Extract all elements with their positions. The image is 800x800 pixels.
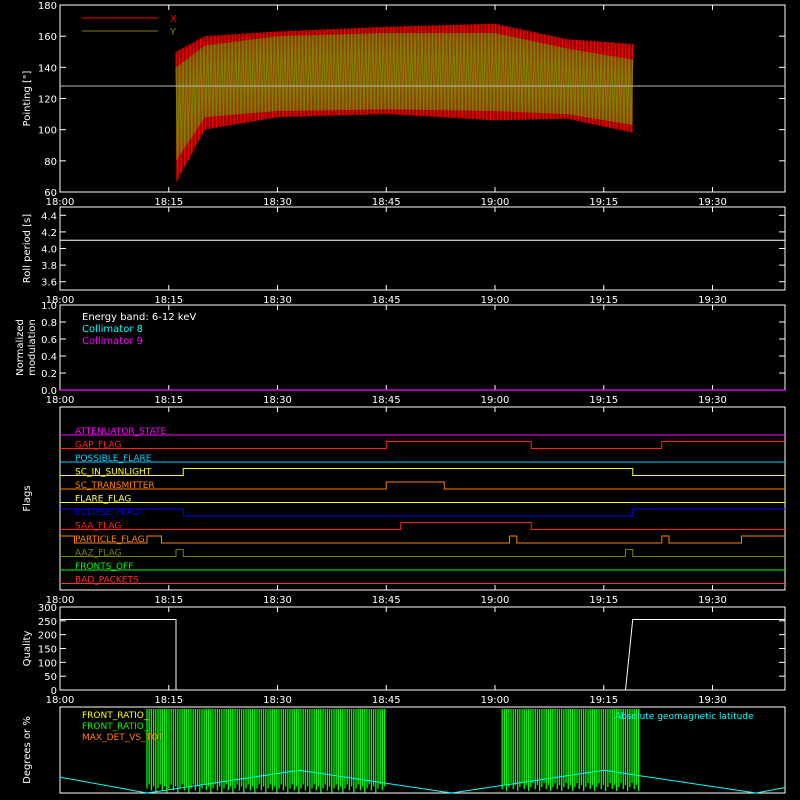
y-tick-label: 4.2 <box>41 228 57 239</box>
series-y-envelope <box>176 33 633 161</box>
x-tick-label: 19:15 <box>589 595 618 606</box>
x-tick-label: 19:00 <box>481 197 510 208</box>
annotation-0: Energy band: 6-12 keV <box>82 312 196 323</box>
x-tick-label: 19:00 <box>481 395 510 406</box>
y-tick-label: 50 <box>44 672 57 683</box>
y-tick-label: 3.8 <box>41 261 57 272</box>
annotation-1: Collimator 8 <box>82 324 143 335</box>
panel-frame <box>59 206 786 291</box>
legend-label: FRONT_RATIO_ <box>82 722 149 732</box>
y-tick-label: 0 <box>51 686 57 697</box>
y-tick-label: 120 <box>38 95 57 106</box>
annotation-2: Collimator 9 <box>82 336 143 347</box>
y-tick-label: 300 <box>38 603 57 614</box>
y-tick-label: 160 <box>38 32 57 43</box>
flag-line <box>60 481 785 490</box>
x-tick-label: 18:15 <box>154 395 183 406</box>
flag-line <box>60 468 785 476</box>
y-axis-label-line2: modulation <box>27 319 38 376</box>
x-tick-label: 18:15 <box>154 295 183 306</box>
y-tick-label: 0.6 <box>41 335 57 346</box>
x-tick-label: 19:30 <box>698 295 727 306</box>
y-tick-label: 150 <box>38 645 57 656</box>
legend-label-y: Y <box>169 27 177 38</box>
y-tick-label: 0.0 <box>41 386 57 397</box>
x-tick-label: 18:15 <box>154 695 183 706</box>
y-axis-label: Quality <box>22 631 33 667</box>
y-tick-label: 0.2 <box>41 369 57 380</box>
legend-label: MAX_DET_VS_TOT <box>82 733 164 743</box>
x-tick-label: 19:15 <box>589 295 618 306</box>
flag-line <box>60 441 785 449</box>
quality-line <box>60 618 785 691</box>
y-tick-label: 250 <box>38 617 57 628</box>
y-tick-label: 200 <box>38 631 57 642</box>
y-tick-label: 0.8 <box>41 318 57 329</box>
panel-roll: 18:00 18:15 18:30 18:45 19:00 19:15 19:303.63.… <box>22 206 786 306</box>
y-axis-label: Pointing ["] <box>22 70 33 126</box>
x-tick-label: 18:45 <box>372 695 401 706</box>
x-tick-label: 18:45 <box>372 197 401 208</box>
x-tick-label: 18:45 <box>372 395 401 406</box>
y-tick-label: 100 <box>38 126 57 137</box>
x-tick-label: 18:15 <box>154 197 183 208</box>
x-tick-label: 18:30 <box>263 695 292 706</box>
x-tick-label: 19:30 <box>698 695 727 706</box>
x-tick-label: 19:30 <box>698 595 727 606</box>
legend-label-geomagnetic: Absolute geomagnetic latitude <box>615 712 754 722</box>
legend-label-x: X <box>170 14 177 25</box>
x-tick-label: 19:00 <box>481 595 510 606</box>
x-tick-label: 19:00 <box>481 695 510 706</box>
x-tick-label: 19:30 <box>698 395 727 406</box>
y-tick-label: 100 <box>38 658 57 669</box>
x-tick-label: 18:15 <box>154 595 183 606</box>
x-tick-label: 18:45 <box>372 595 401 606</box>
x-tick-label: 19:15 <box>589 395 618 406</box>
y-tick-label: 1.0 <box>41 301 57 312</box>
y-tick-label: 4.4 <box>41 211 57 222</box>
x-tick-label: 19:15 <box>589 197 618 208</box>
x-tick-label: 19:00 <box>481 295 510 306</box>
y-axis-label: Roll period [s] <box>22 214 33 283</box>
x-tick-label: 18:45 <box>372 295 401 306</box>
panels: 18:00 18:15 18:30 18:45 19:00 19:15 19:3060801… <box>15 1 786 794</box>
y-tick-label: 3.6 <box>41 278 57 289</box>
panel-degrees: Degrees or %FRONT_RATIO_FRONT_RATIO_MAX_… <box>22 706 786 794</box>
panel-modulation: 18:00 18:15 18:30 18:45 19:00 19:15 19:300.00.… <box>15 301 786 406</box>
flag-line <box>60 508 785 517</box>
x-tick-label: 19:30 <box>698 197 727 208</box>
rhessi-summary-plot: 18:00 18:15 18:30 18:45 19:00 19:15 19:3060801… <box>15 1 786 794</box>
y-axis-label: Normalized <box>15 319 26 376</box>
legend-label: FRONT_RATIO_ <box>82 711 149 721</box>
y-axis-label: Flags <box>22 485 33 511</box>
y-axis-label: Degrees or % <box>22 716 33 784</box>
x-tick-label: 18:30 <box>263 295 292 306</box>
y-tick-label: 4.0 <box>41 245 57 256</box>
panel-flags: 18:00 18:15 18:30 18:45 19:00 19:15 19:30Flags… <box>22 406 786 606</box>
flag-line <box>60 549 785 557</box>
panel-pointing: 18:00 18:15 18:30 18:45 19:00 19:15 19:3060801… <box>22 1 786 208</box>
x-tick-label: 19:15 <box>589 695 618 706</box>
y-tick-label: 80 <box>44 157 57 168</box>
y-tick-label: 0.4 <box>41 352 57 363</box>
y-tick-label: 180 <box>38 1 57 12</box>
flag-line <box>60 535 785 544</box>
y-tick-label: 140 <box>38 63 57 74</box>
y-tick-label: 60 <box>44 188 57 199</box>
panel-frame <box>59 406 786 591</box>
panel-quality: 18:00 18:15 18:30 18:45 19:00 19:15 19:3005010… <box>22 603 786 706</box>
flag-line <box>60 522 785 530</box>
x-tick-label: 18:30 <box>263 595 292 606</box>
x-tick-label: 18:30 <box>263 197 292 208</box>
x-tick-label: 18:30 <box>263 395 292 406</box>
